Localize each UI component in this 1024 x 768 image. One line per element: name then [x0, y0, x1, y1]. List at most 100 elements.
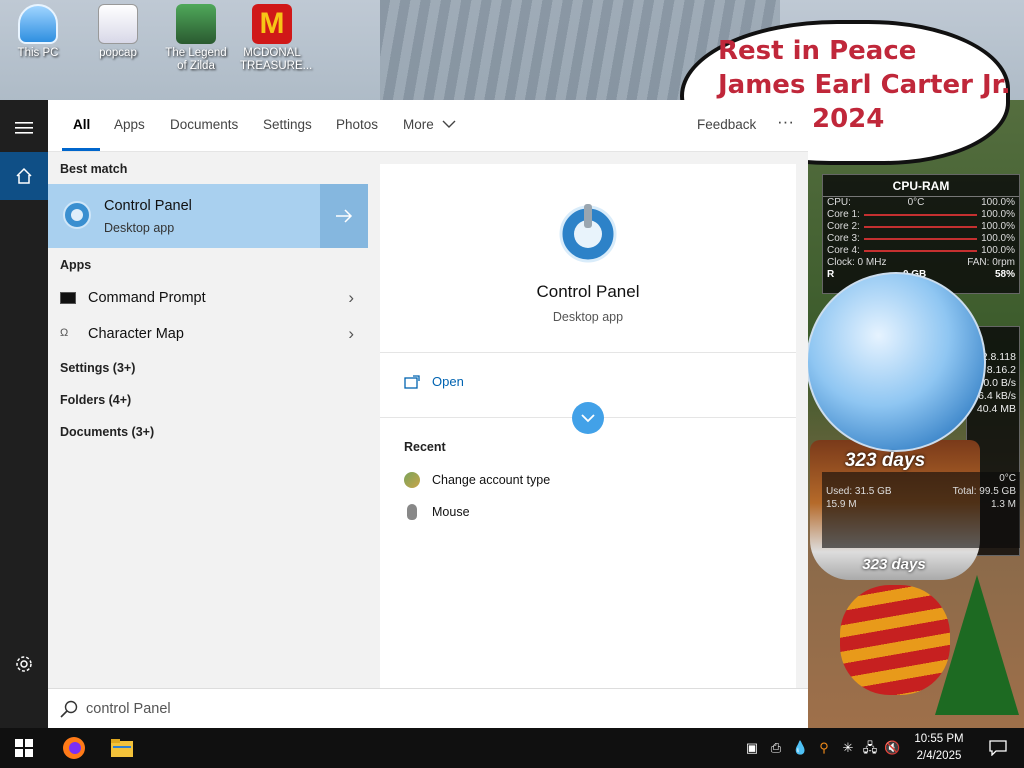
taskbar-clock[interactable]: 10:55 PM 2/4/2025 — [904, 731, 974, 765]
tab-all[interactable]: All — [73, 117, 90, 132]
settings-button[interactable] — [0, 640, 48, 688]
legend-zilda-icon — [176, 4, 216, 44]
cpu-ram-title: CPU-RAM — [823, 175, 1019, 197]
desktop-icon-label: The Legend of Zilda — [165, 47, 227, 72]
clock-time: 10:55 PM — [914, 733, 964, 745]
tab-photos[interactable]: Photos — [336, 117, 378, 132]
core-row: Core 4: 100.0% — [823, 245, 1019, 257]
tray-app-icon[interactable]: ▣ — [744, 740, 760, 756]
volume-muted-icon[interactable]: 🔇 — [884, 740, 900, 756]
disk-write: 1.3 M — [990, 499, 1016, 510]
desktop-icon-this-pc[interactable]: This PC — [6, 4, 70, 60]
this-pc-icon — [18, 4, 58, 44]
cpu-percent: 100.0% — [981, 197, 1015, 208]
core-bar — [863, 226, 978, 228]
apps-header: Apps — [60, 258, 92, 272]
notification-center-button[interactable] — [976, 728, 1020, 768]
desktop-icon-popcap[interactable]: popcap — [86, 4, 150, 60]
decorative-spring — [840, 585, 950, 695]
search-input[interactable] — [86, 697, 686, 721]
tray-droplet-icon[interactable]: 💧 — [792, 740, 808, 756]
expand-button[interactable] — [572, 402, 604, 434]
best-match-expand-button[interactable] — [320, 184, 368, 248]
control-panel-icon — [63, 201, 91, 229]
core-label: Core 1: — [827, 209, 860, 220]
open-window-icon — [404, 374, 420, 389]
open-label: Open — [432, 374, 464, 389]
core-label: Core 3: — [827, 233, 860, 244]
search-icon — [60, 700, 78, 718]
file-explorer-taskbar-button[interactable] — [98, 728, 146, 768]
open-action[interactable]: Open — [404, 374, 464, 389]
cpu-row: CPU: 0°C 100.0% — [823, 197, 1019, 209]
search-panel: All Apps Documents Settings Photos More … — [48, 100, 808, 728]
network-icon[interactable]: 🖧 — [862, 740, 878, 756]
start-button[interactable] — [0, 728, 48, 768]
bubble-line-2: James Earl Carter Jr. — [718, 70, 1011, 100]
home-icon — [16, 167, 32, 184]
clock-readout: Clock: 0 MHz — [827, 257, 887, 268]
home-button[interactable] — [0, 152, 48, 200]
cpu-label: CPU: — [827, 197, 851, 208]
tray-star-icon[interactable]: ✳ — [840, 740, 856, 756]
disk-total: Total: 99.5 GB — [952, 486, 1016, 497]
chevron-right-icon: › — [348, 288, 354, 307]
search-tabbar: All Apps Documents Settings Photos More … — [48, 100, 808, 152]
disk-usage-row: Used: 31.5 GB Total: 99.5 GB — [822, 485, 1020, 498]
recent-header: Recent — [404, 440, 446, 454]
more-options-button[interactable]: ··· — [777, 112, 794, 132]
fan-readout: FAN: 0rpm — [967, 257, 1015, 268]
core-value: 100.0% — [981, 221, 1015, 232]
snowglobe — [806, 272, 986, 452]
search-box[interactable] — [48, 688, 808, 728]
best-match-header: Best match — [60, 162, 128, 176]
tray-printer-icon[interactable]: ⎙ — [768, 740, 784, 756]
user-accounts-icon — [404, 472, 420, 488]
tray-search-icon[interactable]: ⚲ — [816, 740, 832, 756]
disk-read: 15.9 M — [826, 499, 857, 510]
desktop-icon-legend-zilda[interactable]: The Legend of Zilda — [164, 4, 228, 73]
core-value: 100.0% — [981, 209, 1015, 220]
tab-more[interactable]: More — [403, 117, 456, 132]
tab-apps[interactable]: Apps — [114, 117, 145, 132]
desktop-icon-label: This PC — [17, 47, 59, 59]
disk-io-row: 15.9 M 1.3 M — [822, 498, 1020, 511]
core-value: 100.0% — [981, 245, 1015, 256]
app-result-label: Character Map — [88, 326, 184, 342]
disk-widget: 0°C Used: 31.5 GB Total: 99.5 GB 15.9 M 1.… — [822, 472, 1020, 548]
app-result-command-prompt[interactable]: Command Prompt › — [48, 280, 368, 316]
group-folders[interactable]: Folders (4+) — [60, 393, 131, 407]
recent-item-change-account-type[interactable]: Change account type — [404, 472, 550, 488]
christmas-tree-icon — [935, 575, 1019, 715]
disk-used: Used: 31.5 GB — [826, 486, 892, 497]
tab-documents[interactable]: Documents — [170, 117, 238, 132]
feedback-link[interactable]: Feedback — [697, 117, 756, 132]
hamburger-menu-button[interactable] — [0, 104, 48, 152]
chevron-down-icon — [581, 414, 595, 423]
results-list: Best match Control Panel Desktop app App… — [48, 152, 368, 688]
preview-divider — [380, 352, 796, 353]
best-match-title: Control Panel — [104, 198, 192, 214]
mouse-icon — [407, 504, 417, 520]
clock-row: Clock: 0 MHz FAN: 0rpm — [823, 257, 1019, 269]
preview-title: Control Panel — [536, 282, 640, 301]
notification-icon — [989, 740, 1007, 756]
preview-subtitle: Desktop app — [552, 310, 624, 324]
tab-settings[interactable]: Settings — [263, 117, 312, 132]
group-documents[interactable]: Documents (3+) — [60, 425, 154, 439]
popcap-icon — [98, 4, 138, 44]
best-match-subtitle: Desktop app — [104, 221, 175, 235]
ram-label: R — [827, 269, 835, 280]
app-result-character-map[interactable]: Ω Character Map › — [48, 316, 368, 352]
desktop-icon-mcdonal[interactable]: M MCDONAL TREASURE... — [240, 4, 312, 73]
core-label: Core 4: — [827, 245, 860, 256]
globe-days-counter: 323 days — [844, 450, 926, 471]
tab-active-underline — [62, 148, 100, 151]
bubble-line-1: Rest in Peace — [718, 36, 917, 66]
hamburger-icon — [15, 122, 33, 134]
recent-item-mouse[interactable]: Mouse — [404, 504, 470, 520]
firefox-taskbar-button[interactable] — [50, 728, 98, 768]
desktop-icon-label: popcap — [99, 47, 137, 59]
group-settings[interactable]: Settings (3+) — [60, 361, 135, 375]
mcdonal-treasure-icon: M — [252, 4, 292, 44]
